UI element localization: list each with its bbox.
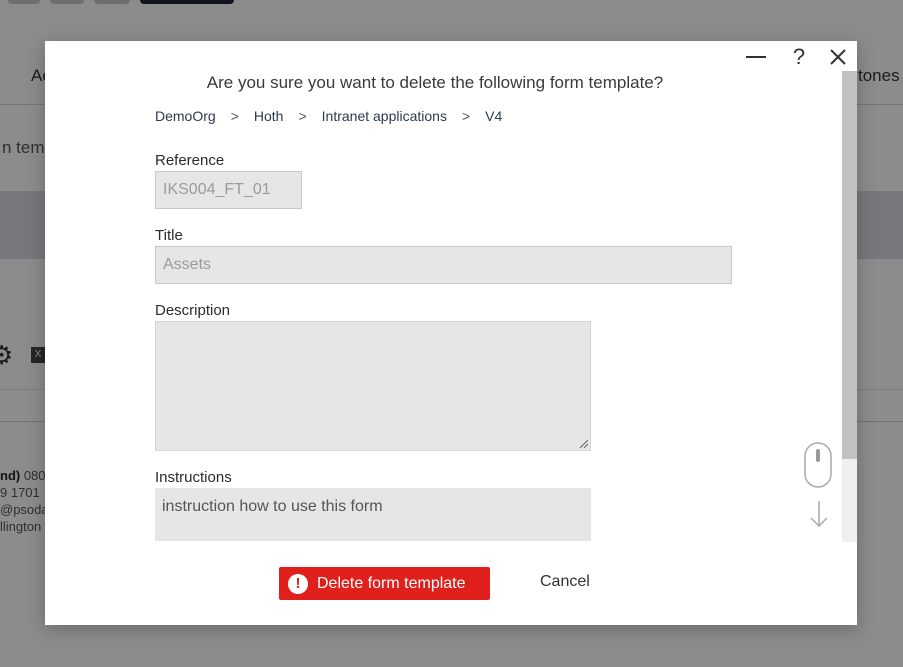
breadcrumb-item[interactable]: V4 [485, 108, 502, 124]
breadcrumb-item[interactable]: DemoOrg [155, 108, 216, 124]
description-label: Description [155, 302, 231, 319]
breadcrumb-item[interactable]: Intranet applications [322, 108, 447, 124]
breadcrumb-item[interactable]: Hoth [254, 108, 284, 124]
delete-template-dialog: ? Are you sure you want to delete the fo… [45, 41, 857, 625]
arrow-down-icon [810, 501, 828, 528]
alert-icon: ! [288, 573, 308, 594]
cancel-button[interactable]: Cancel [540, 573, 590, 591]
reference-field[interactable]: IKS004_FT_01 [155, 171, 302, 209]
reference-label: Reference [155, 152, 225, 169]
delete-form-template-button[interactable]: ! Delete form template [279, 567, 490, 600]
breadcrumb-separator: > [461, 108, 471, 124]
mouse-scroll-icon [804, 442, 832, 488]
instructions-field[interactable]: instruction how to use this form [155, 488, 591, 541]
dialog-scroll-area: Are you sure you want to delete the foll… [45, 41, 857, 542]
breadcrumb-separator: > [298, 108, 307, 124]
delete-button-label: Delete form template [317, 574, 466, 592]
breadcrumb-separator: > [230, 108, 239, 124]
breadcrumb: DemoOrg > Hoth > Intranet applications >… [155, 108, 502, 124]
confirmation-question: Are you sure you want to delete the foll… [206, 73, 664, 92]
description-field[interactable] [155, 321, 591, 451]
resize-grip-icon[interactable] [578, 438, 588, 448]
title-field[interactable]: Assets [155, 246, 732, 284]
scrollbar-thumb[interactable] [842, 71, 857, 459]
title-label: Title [155, 227, 183, 244]
instructions-label: Instructions [155, 469, 232, 486]
